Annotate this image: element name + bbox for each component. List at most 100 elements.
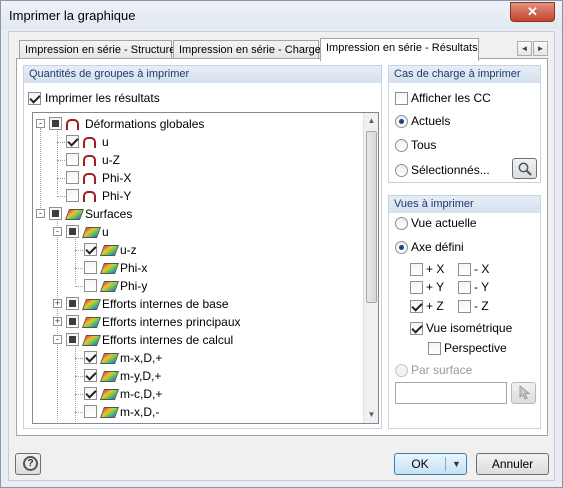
deformation-icon <box>66 119 79 130</box>
surface-icon <box>99 263 120 274</box>
axis-minus-y-checkbox[interactable] <box>458 281 471 294</box>
isometric-view-checkbox[interactable] <box>410 322 423 335</box>
views-group: Vues à imprimer Vue actuelle Axe défini … <box>388 195 541 429</box>
tree-item-label[interactable]: Efforts internes principaux <box>102 315 241 329</box>
collapse-icon[interactable]: - <box>53 227 62 236</box>
tab-batch-loads[interactable]: Impression en série - Charges <box>173 40 326 60</box>
tree-item-checkbox[interactable] <box>84 261 97 274</box>
tree-item-label[interactable]: Surfaces <box>85 207 132 221</box>
tree-item-label[interactable]: u <box>102 135 109 149</box>
view-current-radio[interactable] <box>395 217 408 230</box>
collapse-icon[interactable]: - <box>36 119 45 128</box>
axis-minus-z-checkbox[interactable] <box>458 300 471 313</box>
ok-button[interactable]: OK ▼ <box>394 453 467 475</box>
tree-item-label[interactable]: Phi-Y <box>102 189 131 203</box>
select-load-cases-button[interactable] <box>512 158 537 179</box>
tab-scroll-right-button[interactable]: ► <box>533 41 548 56</box>
surface-icon <box>99 407 120 418</box>
tree-item-label[interactable]: m-x,D,- <box>120 405 159 419</box>
axis-plus-y-label: + Y <box>426 280 445 294</box>
close-button[interactable]: ✕ <box>510 2 555 22</box>
scroll-thumb[interactable] <box>366 131 377 303</box>
surface-icon <box>99 371 120 382</box>
tree-connector <box>40 128 41 218</box>
deformation-icon <box>83 191 96 202</box>
tree-item-checkbox[interactable] <box>49 117 62 130</box>
expand-icon[interactable]: + <box>53 317 62 326</box>
tree-item-label[interactable]: Déformations globales <box>85 117 204 131</box>
tree-connector <box>75 236 76 284</box>
axis-plus-x-checkbox[interactable] <box>410 263 423 276</box>
scroll-up-icon[interactable]: ▲ <box>364 113 378 129</box>
tree-item-label[interactable]: Phi-x <box>120 261 147 275</box>
surface-number-input[interactable] <box>395 382 507 404</box>
load-cases-current-radio[interactable] <box>395 115 408 128</box>
axis-plus-z-label: + Z <box>426 299 444 313</box>
show-load-cases-label: Afficher les CC <box>411 91 491 105</box>
tree-item-label[interactable]: u-Z <box>102 153 120 167</box>
print-results-checkbox[interactable] <box>28 92 41 105</box>
deformation-icon <box>83 155 96 166</box>
view-by-surface-radio[interactable] <box>395 364 408 377</box>
cancel-button[interactable]: Annuler <box>476 453 549 475</box>
help-button[interactable]: ? <box>15 453 41 475</box>
view-current-label: Vue actuelle <box>411 216 477 230</box>
print-results-label: Imprimer les résultats <box>45 91 160 105</box>
axis-minus-x-checkbox[interactable] <box>458 263 471 276</box>
tree-item-label[interactable]: Phi-y <box>120 279 147 293</box>
load-cases-all-radio[interactable] <box>395 139 408 152</box>
tree-item-label[interactable]: m-y,D,+ <box>120 369 161 383</box>
tree-item-label[interactable]: m-x,D,+ <box>120 351 162 365</box>
quantities-group-header: Quantités de groupes à imprimer <box>24 66 381 83</box>
scroll-down-icon[interactable]: ▼ <box>364 407 378 423</box>
tree-item-label[interactable]: u-z <box>120 243 137 257</box>
tree-item-checkbox[interactable] <box>66 297 79 310</box>
dropdown-arrow-icon[interactable]: ▼ <box>449 454 464 474</box>
tree-item-checkbox[interactable] <box>66 189 79 202</box>
collapse-icon[interactable]: - <box>53 335 62 344</box>
tab-batch-structure[interactable]: Impression en série - Structure <box>19 40 175 60</box>
view-by-surface-label: Par surface <box>411 363 473 377</box>
tree-item-checkbox[interactable] <box>66 225 79 238</box>
tree-item-label[interactable]: u <box>102 225 109 239</box>
tree-item-checkbox[interactable] <box>66 135 79 148</box>
tree-item-checkbox[interactable] <box>66 333 79 346</box>
deformation-icon <box>83 173 96 184</box>
tree-item-label[interactable]: m-c,D,+ <box>120 387 162 401</box>
surface-icon <box>81 317 102 328</box>
deformation-icon <box>83 137 96 148</box>
result-groups-tree[interactable]: ▲ ▼ - Déformations globales u u-Z Phi-X Phi-Y… <box>32 112 379 424</box>
tree-item-checkbox[interactable] <box>84 405 97 418</box>
axis-minus-x-label: - X <box>474 262 490 276</box>
tree-item-checkbox[interactable] <box>66 171 79 184</box>
tree-item-checkbox[interactable] <box>84 279 97 292</box>
pick-surface-button[interactable] <box>511 382 536 404</box>
view-axis-defined-radio[interactable] <box>395 241 408 254</box>
tree-item-checkbox[interactable] <box>84 387 97 400</box>
tree-item-checkbox[interactable] <box>66 315 79 328</box>
surface-icon <box>64 209 85 220</box>
axis-plus-y-checkbox[interactable] <box>410 281 423 294</box>
tree-item-label[interactable]: Phi-X <box>102 171 131 185</box>
tab-scroll-left-button[interactable]: ◄ <box>517 41 532 56</box>
show-load-cases-checkbox[interactable] <box>395 92 408 105</box>
print-graphic-dialog: Imprimer la graphique ✕ Impression en sé… <box>0 0 563 488</box>
tree-item-checkbox[interactable] <box>84 351 97 364</box>
expand-icon[interactable]: + <box>53 299 62 308</box>
tree-item-checkbox[interactable] <box>66 153 79 166</box>
tree-connector <box>57 128 58 194</box>
tree-item-checkbox[interactable] <box>84 243 97 256</box>
tab-batch-results[interactable]: Impression en série - Résultats <box>320 38 479 61</box>
surface-icon <box>99 245 120 256</box>
tree-item-checkbox[interactable] <box>84 369 97 382</box>
tree-item-checkbox[interactable] <box>49 207 62 220</box>
load-cases-selected-label: Sélectionnés... <box>411 163 490 177</box>
tree-item-label[interactable]: Efforts internes de base <box>102 297 229 311</box>
tree-vertical-scrollbar[interactable]: ▲ ▼ <box>363 113 378 423</box>
axis-minus-z-label: - Z <box>474 299 489 313</box>
tree-item-label[interactable]: Efforts internes de calcul <box>102 333 233 347</box>
axis-plus-z-checkbox[interactable] <box>410 300 423 313</box>
load-cases-selected-radio[interactable] <box>395 164 408 177</box>
perspective-checkbox[interactable] <box>428 342 441 355</box>
collapse-icon[interactable]: - <box>36 209 45 218</box>
